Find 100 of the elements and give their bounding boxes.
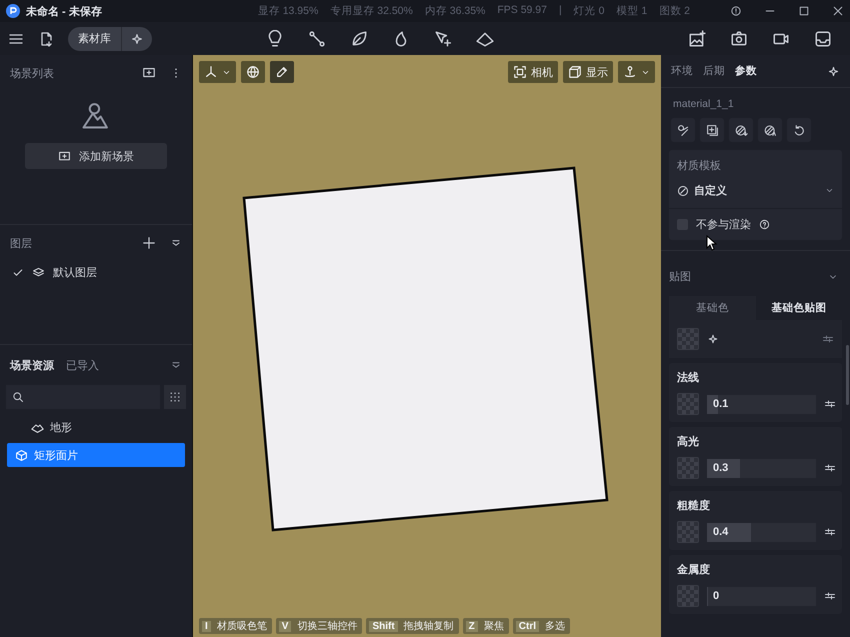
globe-icon (246, 65, 260, 79)
path-icon[interactable] (308, 30, 326, 48)
stat-text: 专用显存 32.50% (330, 4, 413, 18)
assets-tab[interactable]: 已导入 (66, 358, 99, 372)
material-name: material_1_1 (672, 97, 735, 112)
panel-tab[interactable]: 后期 (703, 64, 725, 78)
slider-value: 0 (712, 590, 720, 602)
key-label: Z (466, 620, 478, 632)
slider-value: 0.4 (712, 526, 728, 538)
bulb-icon[interactable] (266, 30, 284, 48)
axis-icon (204, 65, 218, 79)
shortcut-label: 拖拽轴复制 (404, 620, 454, 633)
assets-tab[interactable]: 场景资源 (10, 358, 54, 372)
slider-value: 0.1 (712, 398, 728, 410)
copy-plus-icon (706, 124, 718, 136)
cursor-plus-icon[interactable] (434, 30, 452, 48)
mountain-icon (82, 101, 110, 129)
material-ai-icon (764, 124, 776, 136)
map-tab[interactable]: 基础色贴图 (756, 296, 842, 320)
close-icon[interactable] (832, 5, 844, 17)
value-slider[interactable]: 0.4 (707, 522, 816, 542)
stat-text: 灯光 0 (574, 4, 604, 18)
plus-icon[interactable] (142, 236, 156, 250)
panel-tab[interactable]: 环境 (671, 64, 693, 78)
image-sparkle-icon[interactable] (688, 30, 706, 48)
maximize-icon[interactable] (798, 5, 810, 17)
tree-item[interactable]: 矩形面片 (7, 443, 185, 467)
focus-frame-icon (513, 65, 527, 79)
check-icon-shape (12, 266, 24, 278)
sparkle-icon[interactable] (707, 333, 719, 345)
stat-text: FPS 59.97 (497, 4, 547, 18)
tool-button[interactable] (729, 118, 753, 142)
eyedropper-button[interactable] (270, 61, 294, 83)
slider-value: 0.3 (712, 462, 728, 474)
key-label: Ctrl (516, 620, 540, 632)
map-tab[interactable]: 基础色 (669, 296, 756, 320)
stat-text: 内存 36.35% (424, 4, 486, 18)
material-download-icon (734, 124, 748, 136)
add-screen-icon[interactable] (142, 66, 156, 80)
tool-button[interactable] (758, 118, 782, 142)
channel-name: 法线 (677, 370, 700, 385)
check-icon[interactable] (12, 266, 24, 278)
panel-tab[interactable]: 参数 (735, 64, 757, 78)
tree-item[interactable]: 地形 (7, 415, 185, 439)
app-logo (6, 4, 20, 18)
shortcut-label: 切换三轴控件 (297, 620, 358, 633)
value-slider[interactable]: 0.1 (707, 394, 816, 414)
camera-button[interactable]: 相机 (508, 61, 558, 83)
sliders-icon[interactable] (822, 333, 834, 345)
sliders-icon[interactable] (824, 398, 836, 410)
stat-text: | (559, 4, 562, 18)
shortcut-label: 聚焦 (484, 620, 504, 633)
key-label: Shift (369, 620, 398, 632)
template-label: 材质模板 (676, 159, 722, 174)
key-label: V (278, 620, 292, 632)
sliders-icon[interactable] (824, 526, 836, 538)
layer-name[interactable]: 默认图层 (53, 265, 97, 280)
chevron-down-icon (825, 186, 834, 195)
help-icon[interactable] (759, 219, 770, 230)
value-slider[interactable]: 0.3 (707, 458, 816, 478)
sparkle-icon[interactable] (130, 32, 144, 46)
eyedropper-icon (275, 65, 289, 79)
key-label: I (202, 620, 211, 632)
plane-mesh[interactable] (242, 166, 608, 532)
stat-text: 模型 1 (616, 4, 648, 18)
display-button[interactable]: 显示 (563, 61, 613, 83)
info-icon[interactable] (730, 5, 742, 17)
channel-name: 高光 (677, 434, 700, 449)
terrain-icon[interactable] (476, 30, 494, 48)
grid-view-button[interactable] (164, 385, 186, 409)
axis-button[interactable] (199, 61, 236, 83)
sparkle-icon[interactable] (827, 64, 840, 78)
value-slider[interactable]: 0 (707, 586, 816, 606)
cube-icon (15, 448, 28, 462)
mouse-cursor (706, 235, 718, 251)
reset-button[interactable] (787, 118, 811, 142)
add-screen-icon (58, 150, 71, 162)
search-field[interactable] (6, 385, 160, 409)
viewport-canvas[interactable]: 相机 显示 I 材质吸色笔 V 切换三轴控件 Shift 拖拽轴复制 Z 聚焦 Ctrl 多选 (193, 55, 661, 637)
tool-button[interactable] (671, 118, 695, 142)
channel-name: 金属度 (677, 562, 711, 577)
section-title: 图层 (10, 236, 32, 250)
section-title: 贴图 (669, 270, 691, 284)
add-scene-button[interactable]: 添加新场景 (25, 143, 167, 169)
camera-icon[interactable] (730, 30, 748, 48)
sliders-icon[interactable] (824, 590, 836, 602)
checkbox-label[interactable]: 不参与渲染 (696, 217, 751, 232)
inbox-icon[interactable] (814, 30, 832, 48)
gizmo-button[interactable] (618, 61, 655, 83)
tool-button[interactable] (700, 118, 724, 142)
leaf-icon[interactable] (350, 30, 368, 48)
undo-icon (792, 124, 806, 136)
stat-text: 图数 2 (659, 4, 690, 18)
sliders-icon[interactable] (824, 462, 836, 474)
template-select[interactable]: 自定义 (669, 177, 842, 209)
shortcut-label: 材质吸色笔 (216, 620, 267, 633)
globe-button[interactable] (241, 61, 265, 83)
grid-icon (169, 391, 181, 403)
section-title: 场景列表 (10, 66, 54, 80)
window-title: 未命名 - 未保存 (26, 4, 102, 18)
